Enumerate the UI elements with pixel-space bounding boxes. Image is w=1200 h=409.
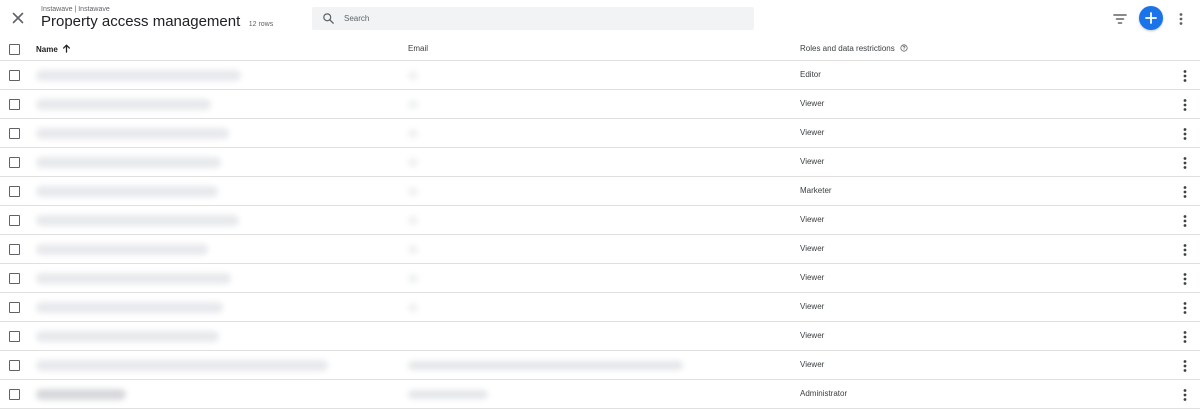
user-name-redacted [36,389,126,400]
add-user-button[interactable] [1139,6,1163,30]
app-header: Instawave | Instawave Property access ma… [0,0,1200,38]
user-role: Viewer [800,273,825,282]
more-vert-icon[interactable] [1180,184,1190,200]
user-name-redacted [36,360,328,371]
row-checkbox[interactable] [9,215,20,226]
table-row[interactable]: Viewer [0,235,1200,264]
more-vert-icon[interactable] [1180,126,1190,142]
user-role: Viewer [800,360,825,369]
help-outline-icon[interactable] [900,44,908,52]
user-email-redacted [408,129,418,138]
user-name-redacted [36,99,211,110]
table-row[interactable]: Viewer [0,206,1200,235]
more-options-button[interactable] [1174,10,1188,28]
row-checkbox[interactable] [9,186,20,197]
table-row[interactable]: Administrator [0,380,1200,409]
more-vert-icon[interactable] [1180,271,1190,287]
row-checkbox[interactable] [9,99,20,110]
row-checkbox[interactable] [9,70,20,81]
user-name-redacted [36,331,219,342]
search-input[interactable] [344,10,744,27]
table-row[interactable]: Viewer [0,322,1200,351]
row-checkbox[interactable] [9,244,20,255]
filter-icon [1113,14,1127,24]
column-header-roles[interactable]: Roles and data restrictions [800,44,908,53]
row-checkbox[interactable] [9,302,20,313]
table-row[interactable]: Viewer [0,90,1200,119]
user-email-redacted [408,361,683,370]
filter-button[interactable] [1111,10,1129,28]
user-name-redacted [36,244,208,255]
more-vert-icon[interactable] [1180,155,1190,171]
user-role: Marketer [800,186,832,195]
more-vert-icon [1179,13,1183,25]
user-name-redacted [36,70,241,81]
title-row: Property access management 12 rows [41,13,273,31]
users-table: Name Email Roles and data restrictions E… [0,38,1200,409]
table-row[interactable]: Viewer [0,293,1200,322]
add-icon [1145,12,1157,24]
row-checkbox[interactable] [9,360,20,371]
row-checkbox[interactable] [9,157,20,168]
more-vert-icon[interactable] [1180,300,1190,316]
more-vert-icon[interactable] [1180,213,1190,229]
arrow-upward-icon [63,44,71,53]
more-vert-icon[interactable] [1180,97,1190,113]
user-role: Administrator [800,389,848,398]
user-email-redacted [408,187,418,196]
user-role: Viewer [800,99,825,108]
user-role: Viewer [800,128,825,137]
row-count: 12 rows [248,21,274,28]
user-role: Viewer [800,244,825,253]
user-email-redacted [408,390,488,399]
user-role: Editor [800,70,821,79]
more-vert-icon[interactable] [1180,358,1190,374]
user-name-redacted [36,157,221,168]
table-row[interactable]: Viewer [0,264,1200,293]
table-row[interactable]: Marketer [0,177,1200,206]
user-email-redacted [408,158,418,167]
user-email-redacted [408,303,418,312]
row-checkbox[interactable] [9,389,20,400]
table-row[interactable]: Editor [0,61,1200,90]
search-icon [323,13,334,24]
user-role: Viewer [800,215,825,224]
user-email-redacted [408,216,418,225]
user-email-redacted [408,71,418,80]
user-role: Viewer [800,157,825,166]
row-checkbox[interactable] [9,273,20,284]
user-email-redacted [408,245,418,254]
more-vert-icon[interactable] [1180,68,1190,84]
table-row[interactable]: Viewer [0,148,1200,177]
column-header-name[interactable]: Name [36,44,71,54]
column-header-name-label: Name [36,45,58,54]
breadcrumb: Instawave | Instawave [41,6,110,13]
close-button[interactable] [8,8,28,28]
user-name-redacted [36,273,231,284]
table-row[interactable]: Viewer [0,119,1200,148]
search-bar[interactable] [312,7,754,30]
row-checkbox[interactable] [9,128,20,139]
user-name-redacted [36,302,223,313]
column-header-email[interactable]: Email [408,44,428,53]
select-all-checkbox[interactable] [9,44,20,55]
user-role: Viewer [800,302,825,311]
user-email-redacted [408,274,418,283]
table-header: Name Email Roles and data restrictions [0,38,1200,61]
row-checkbox[interactable] [9,331,20,342]
user-email-redacted [408,100,418,109]
user-name-redacted [36,186,218,197]
user-name-redacted [36,215,239,226]
more-vert-icon[interactable] [1180,329,1190,345]
close-icon [12,12,24,24]
more-vert-icon[interactable] [1180,242,1190,258]
table-row[interactable]: Viewer [0,351,1200,380]
user-role: Viewer [800,331,825,340]
user-name-redacted [36,128,229,139]
page-title: Property access management [41,13,241,30]
more-vert-icon[interactable] [1180,387,1190,403]
column-header-roles-label: Roles and data restrictions [800,44,895,53]
